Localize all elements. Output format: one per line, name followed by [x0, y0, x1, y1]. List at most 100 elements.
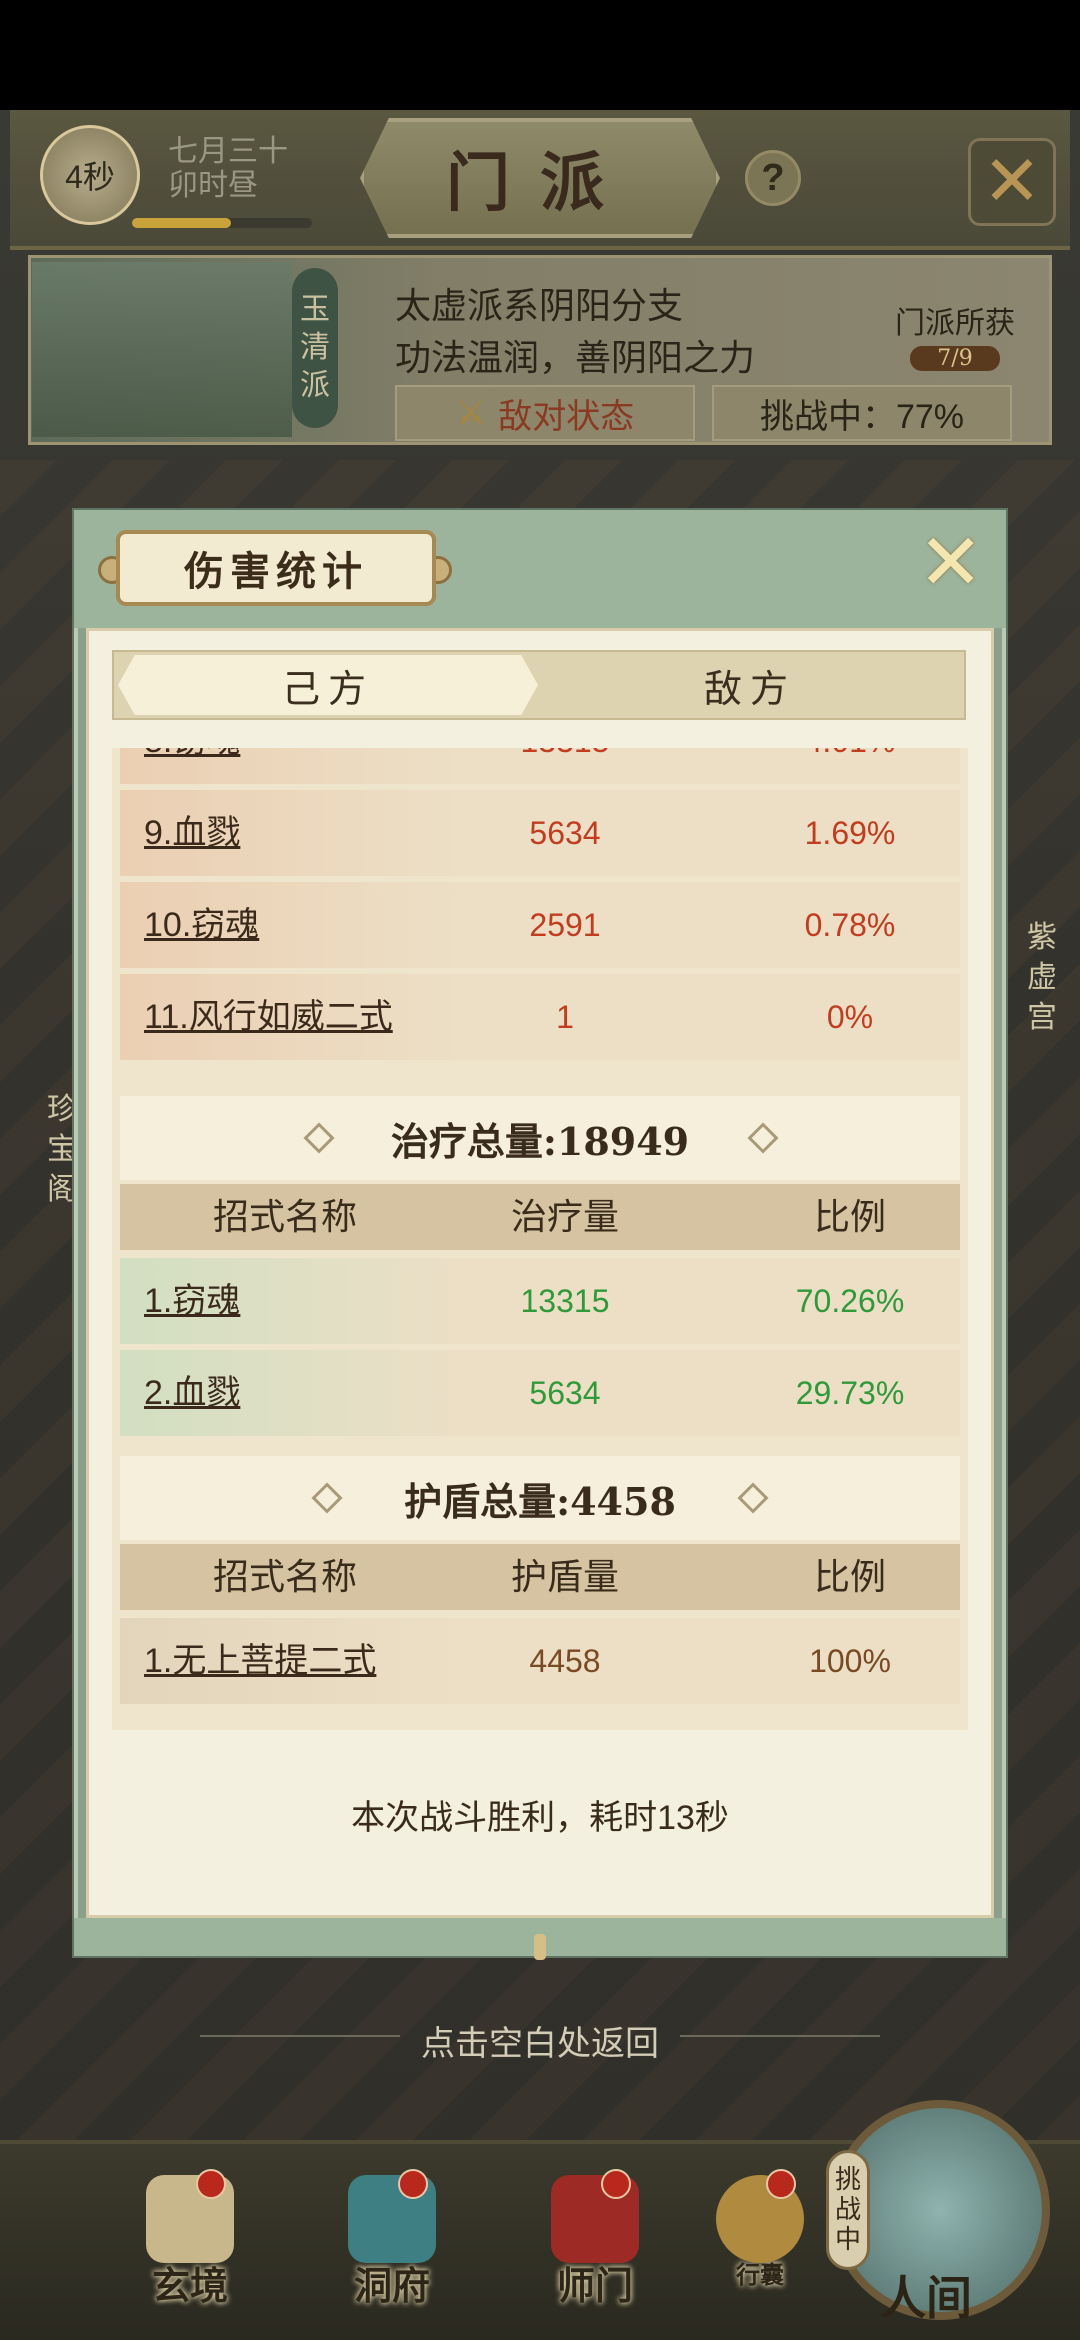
modal-title: 伤害统计 — [116, 530, 436, 606]
shield-row[interactable]: 1.无上菩提二式 4458 100% — [120, 1618, 960, 1704]
sect-name-char: 玉 — [300, 292, 330, 327]
sect-description: 太虚派系阴阳分支 功法温润，善阴阳之力 — [395, 280, 755, 384]
notification-dot — [601, 2169, 631, 2199]
damage-row[interactable]: 9.血戮 5634 1.69% — [120, 790, 960, 876]
date-line-2: 卯时昼 — [168, 169, 258, 202]
sect-name-char: 清 — [300, 330, 330, 365]
building-label-char: 虚 — [1027, 960, 1057, 995]
tab-self[interactable]: 己方 — [118, 655, 538, 715]
shield-value: 4458 — [529, 1643, 601, 1679]
column-header-skill: 招式名称 — [212, 1196, 357, 1237]
heal-total-label: 治疗总量:18949 — [390, 1118, 690, 1164]
page-title-plate: 门派 — [360, 118, 720, 238]
close-icon[interactable]: ✕ — [918, 523, 983, 601]
sect-name-vertical: 玉 清 派 — [292, 268, 338, 428]
damage-value: 5634 — [529, 815, 601, 851]
sect-name-char: 派 — [300, 368, 330, 403]
diamond-ornament-icon — [747, 1122, 779, 1154]
damage-percent: 0% — [826, 999, 874, 1035]
column-header-skill: 招式名称 — [212, 1556, 357, 1597]
heal-value: 13315 — [520, 1283, 610, 1319]
damage-percent: 0.78% — [804, 907, 896, 943]
damage-percent: 1.69% — [804, 815, 896, 851]
building-label-char: 宫 — [1027, 1000, 1057, 1035]
help-icon[interactable]: ? — [745, 150, 801, 206]
column-header-ratio: 比例 — [813, 1556, 886, 1597]
scroll-knob — [534, 1934, 546, 1960]
nav-label: 玄境 — [151, 2263, 228, 2308]
pavilion-icon — [348, 2169, 436, 2263]
date-line-1: 七月三十 — [168, 135, 288, 168]
damage-value: 13315 — [480, 748, 650, 784]
shield-column-headers: 招式名称 护盾量 比例 — [120, 1544, 960, 1610]
countdown-badge: 4秒 — [40, 125, 140, 225]
nav-item-xuanjing[interactable]: 玄境 — [130, 2169, 250, 2310]
sect-gains-button[interactable]: 门派所获 7/9 — [880, 298, 1030, 371]
stats-scroll-area[interactable]: 8.窃魂 13315 4.01% 9.血戮 5634 1.69% 10.窃魂 2… — [112, 748, 968, 1730]
close-page-button[interactable]: ✕ — [968, 138, 1056, 226]
nav-item-xingnang[interactable]: 行囊 — [700, 2169, 820, 2290]
heal-percent: 70.26% — [795, 1283, 905, 1319]
heal-row[interactable]: 1.窃魂 13315 70.26% — [120, 1258, 960, 1344]
nav-label: 洞府 — [353, 2263, 430, 2308]
building-label-char: 紫 — [1027, 920, 1057, 955]
skill-name-link[interactable]: 9.血戮 — [144, 790, 240, 876]
sect-desc-line-2: 功法温润，善阴阳之力 — [395, 337, 756, 378]
shield-total-label: 护盾总量:4458 — [404, 1478, 676, 1524]
heal-total-bar: 治疗总量:18949 — [120, 1096, 960, 1180]
skill-name-link[interactable]: 2.血戮 — [144, 1350, 240, 1436]
skill-name-link[interactable]: 11.风行如威二式 — [144, 974, 393, 1060]
damage-value: 2591 — [529, 907, 601, 943]
world-label: 人间 — [880, 2271, 972, 2325]
tap-to-dismiss-hint[interactable]: 点击空白处返回 — [0, 2016, 1080, 2065]
notification-dot — [196, 2169, 226, 2199]
heal-percent: 29.73% — [795, 1375, 905, 1411]
bag-icon — [716, 2169, 804, 2263]
calendar-date: 七月三十 卯时昼 — [168, 135, 288, 203]
nav-item-shimen[interactable]: 师门 — [535, 2169, 655, 2310]
hostile-status-label: 敌对状态 — [498, 397, 635, 436]
scroll-icon — [146, 2169, 234, 2263]
heal-row[interactable]: 2.血戮 5634 29.73% — [120, 1350, 960, 1436]
nav-label: 师门 — [556, 2263, 633, 2308]
tab-enemy[interactable]: 敌方 — [540, 655, 960, 715]
challenge-tag-char: 战 — [834, 2195, 861, 2225]
shield-percent: 100% — [809, 1643, 891, 1679]
heal-column-headers: 招式名称 治疗量 比例 — [120, 1184, 960, 1250]
hostile-status-button[interactable]: ⚔ 敌对状态 — [395, 385, 695, 441]
time-progress-bar — [132, 218, 312, 228]
crossed-swords-icon: ⚔ — [455, 394, 487, 432]
banner-icon — [551, 2169, 639, 2263]
damage-value: 1 — [556, 999, 574, 1035]
page-title: 门派 — [446, 146, 634, 221]
building-label-zixugong[interactable]: 紫 虚 宫 — [1022, 918, 1062, 1038]
skill-name-link[interactable]: 1.无上菩提二式 — [144, 1618, 376, 1704]
battle-result-text: 本次战斗胜利，耗时13秒 — [351, 1799, 729, 1837]
column-header-amount: 治疗量 — [510, 1196, 619, 1237]
shield-total-bar: 护盾总量:4458 — [120, 1456, 960, 1540]
damage-row[interactable]: 8.窃魂 13315 4.01% — [120, 748, 960, 784]
notification-dot — [398, 2169, 428, 2199]
sect-artwork — [32, 262, 292, 437]
column-header-ratio: 比例 — [813, 1196, 886, 1237]
skill-name-link[interactable]: 1.窃魂 — [144, 1258, 240, 1344]
diamond-ornament-icon — [737, 1482, 769, 1514]
time-progress-fill — [132, 218, 231, 228]
diamond-ornament-icon — [311, 1482, 343, 1514]
challenge-in-progress-tag[interactable]: 挑 战 中 — [826, 2150, 870, 2270]
sect-gains-label: 门派所获 — [895, 306, 1015, 341]
challenge-tag-char: 中 — [834, 2225, 861, 2255]
challenge-tag-char: 挑 — [834, 2165, 861, 2195]
nav-item-dongfu[interactable]: 洞府 — [332, 2169, 452, 2310]
column-header-amount: 护盾量 — [510, 1556, 619, 1597]
damage-row[interactable]: 10.窃魂 2591 0.78% — [120, 882, 960, 968]
diamond-ornament-icon — [303, 1122, 335, 1154]
skill-name-link[interactable]: 8.窃魂 — [144, 748, 240, 784]
damage-row[interactable]: 11.风行如威二式 1 0% — [120, 974, 960, 1060]
skill-name-link[interactable]: 10.窃魂 — [144, 882, 259, 968]
status-area — [0, 0, 1080, 110]
sect-desc-line-1: 太虚派系阴阳分支 — [395, 285, 684, 326]
challenge-progress: 挑战中：77% — [712, 385, 1012, 441]
notification-dot — [766, 2169, 796, 2199]
sect-gains-count: 7/9 — [910, 346, 1000, 371]
